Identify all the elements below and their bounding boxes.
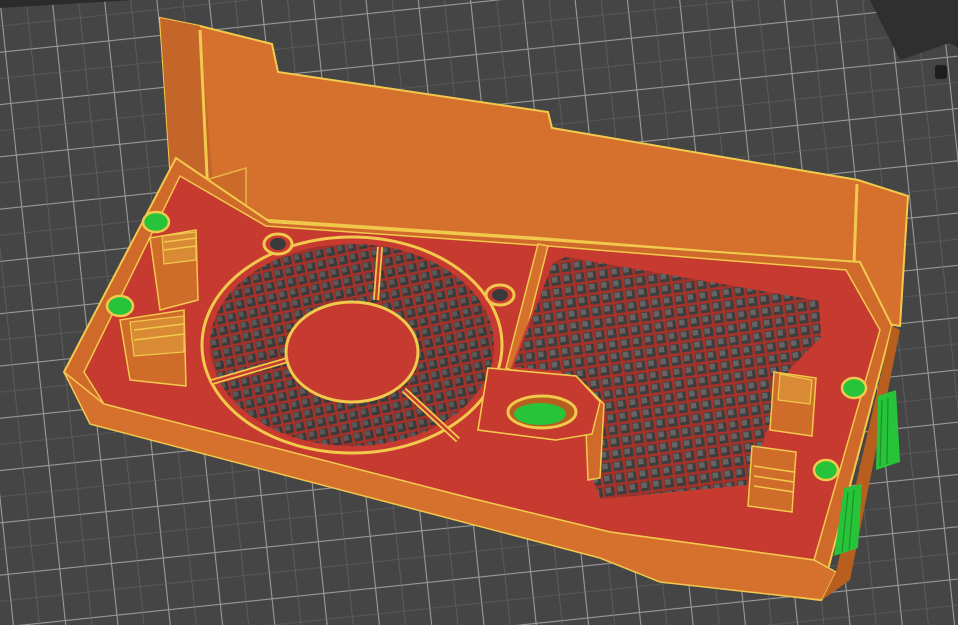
preview-canvas[interactable] xyxy=(0,0,958,625)
bed-corner-marker xyxy=(935,65,947,79)
3d-preview-viewport[interactable] xyxy=(0,0,958,625)
support-keyhole xyxy=(141,210,171,234)
support-keyhole xyxy=(840,376,868,400)
support-keyhole xyxy=(812,458,840,482)
support-keyhole xyxy=(105,294,135,318)
cable-slot-support xyxy=(514,403,566,425)
fan-grill xyxy=(200,235,504,455)
fan-hub xyxy=(284,300,420,404)
